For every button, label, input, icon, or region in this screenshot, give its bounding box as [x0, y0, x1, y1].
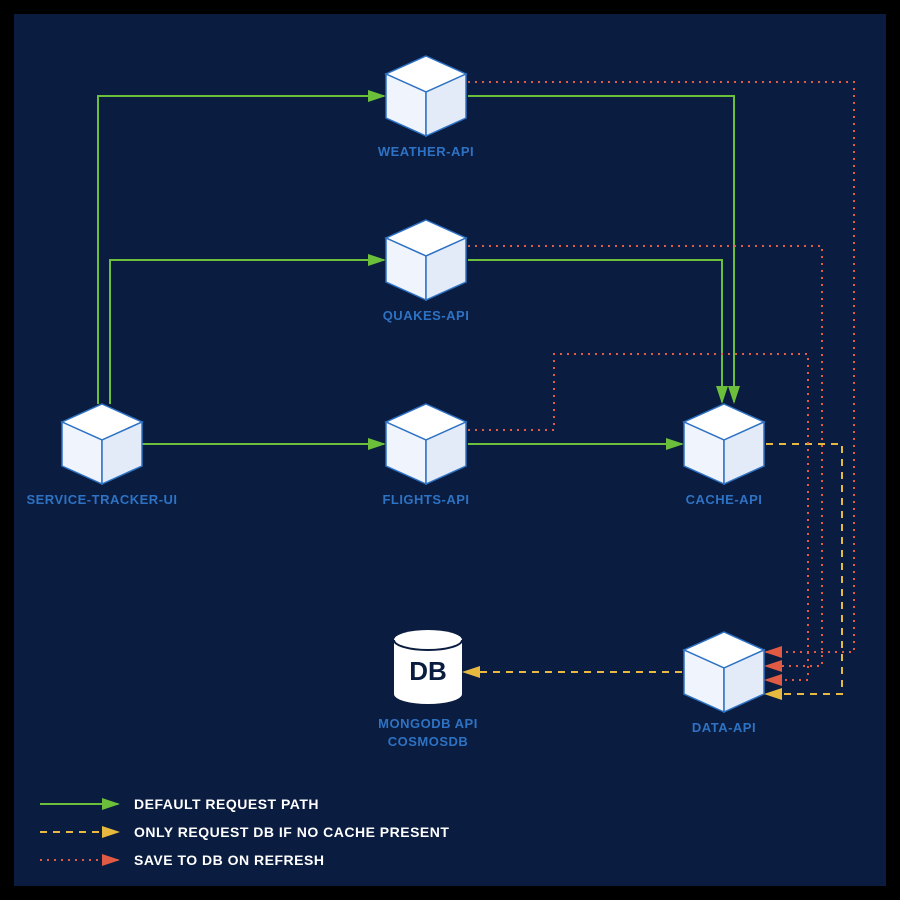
label-quakes-api: QUAKES-API — [383, 308, 470, 323]
cube-icon — [386, 220, 466, 300]
edge-quakes-cache — [468, 260, 722, 402]
label-data-api: DATA-API — [692, 720, 756, 735]
legend-label-save-refresh: SAVE TO DB ON REFRESH — [134, 852, 324, 868]
edges-cache-miss — [464, 444, 842, 694]
label-mongodb-line1: MONGODB API — [378, 716, 478, 731]
database-icon: DB — [394, 630, 462, 704]
legend: DEFAULT REQUEST PATH ONLY REQUEST DB IF … — [40, 796, 449, 868]
node-service-tracker-ui: SERVICE-TRACKER-UI — [26, 404, 177, 507]
edge-weather-cache — [468, 96, 734, 402]
node-quakes-api: QUAKES-API — [383, 220, 470, 323]
node-mongodb: DB MONGODB API COSMOSDB — [378, 630, 478, 749]
label-weather-api: WEATHER-API — [378, 144, 474, 159]
edge-ui-quakes — [110, 260, 384, 404]
diagram-canvas: SERVICE-TRACKER-UI WEATHER-API QUAKES-AP… — [14, 14, 886, 886]
legend-label-cache-miss: ONLY REQUEST DB IF NO CACHE PRESENT — [134, 824, 449, 840]
cube-icon — [62, 404, 142, 484]
db-glyph-text: DB — [409, 656, 447, 686]
label-flights-api: FLIGHTS-API — [382, 492, 469, 507]
label-service-tracker-ui: SERVICE-TRACKER-UI — [26, 492, 177, 507]
label-cache-api: CACHE-API — [686, 492, 763, 507]
cube-icon — [684, 404, 764, 484]
node-weather-api: WEATHER-API — [378, 56, 474, 159]
edge-ui-weather — [98, 96, 384, 404]
cube-icon — [386, 56, 466, 136]
edge-quakes-data — [468, 246, 822, 666]
node-data-api: DATA-API — [684, 632, 764, 735]
edge-flights-data — [468, 354, 808, 680]
edge-weather-data — [468, 82, 854, 652]
legend-label-default: DEFAULT REQUEST PATH — [134, 796, 319, 812]
edges-save-refresh — [468, 82, 854, 680]
cube-icon — [386, 404, 466, 484]
label-mongodb-line2: COSMOSDB — [388, 734, 469, 749]
cube-icon — [684, 632, 764, 712]
edge-cache-data — [766, 444, 842, 694]
node-cache-api: CACHE-API — [684, 404, 764, 507]
node-flights-api: FLIGHTS-API — [382, 404, 469, 507]
